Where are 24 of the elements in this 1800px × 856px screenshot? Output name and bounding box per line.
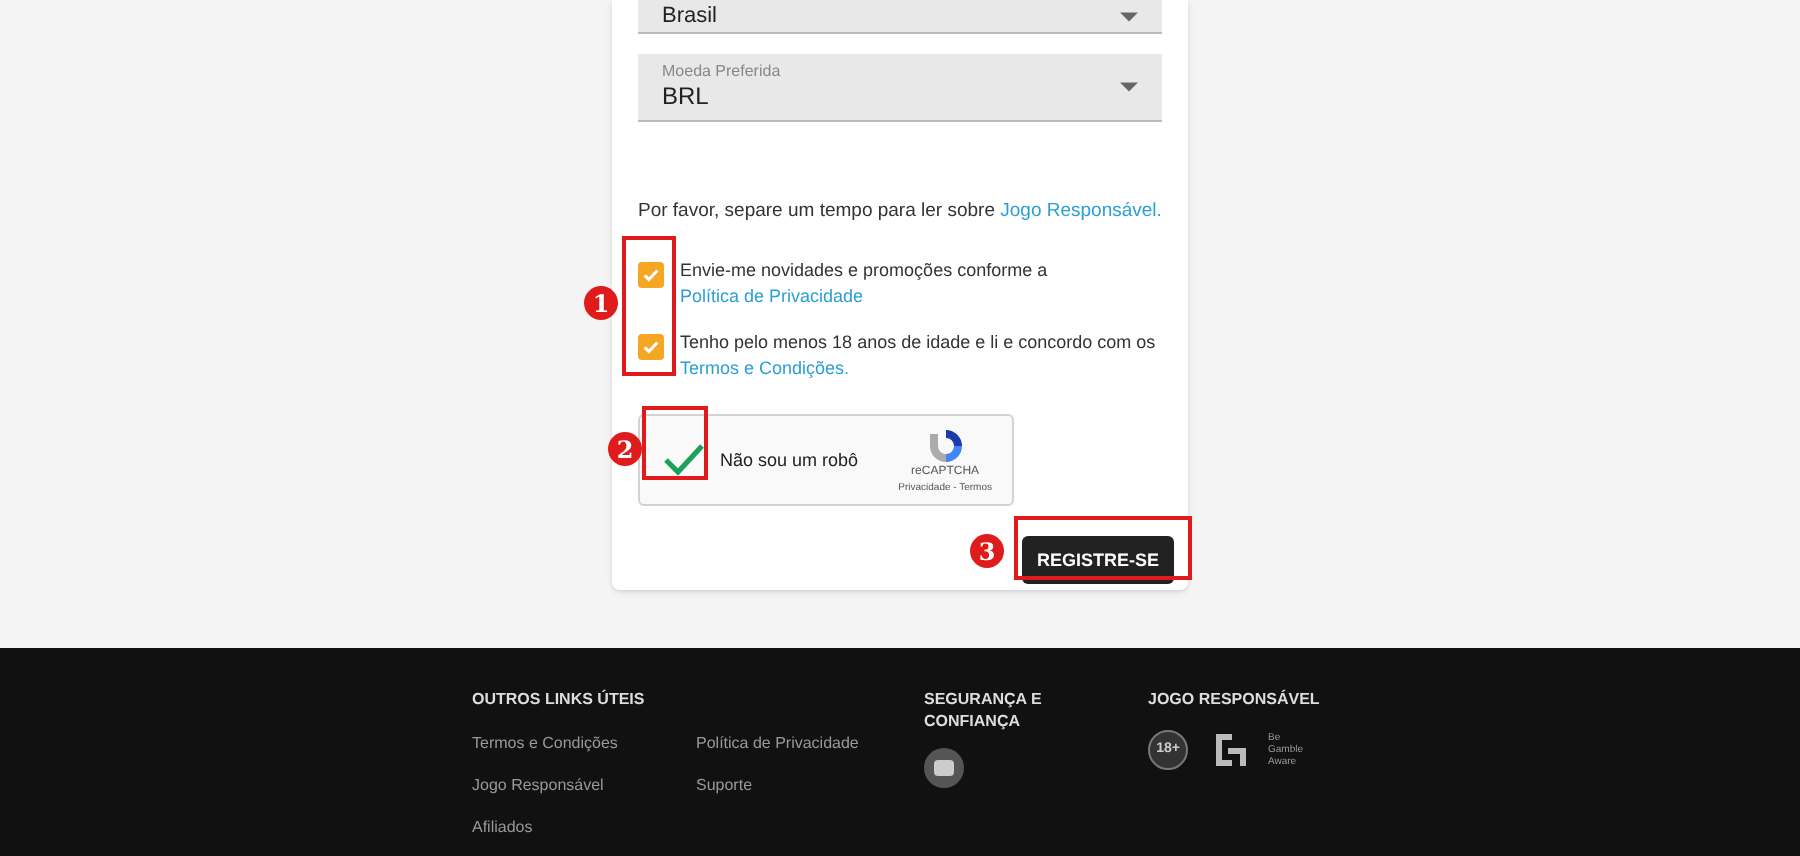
footer-link[interactable]: Jogo Responsável <box>472 774 696 798</box>
consent-text: Envie-me novidades e promoções conforme a Política de Privacidade <box>680 258 1050 311</box>
footer-link[interactable]: Política de Privacidade <box>696 732 916 756</box>
caret-icon <box>1120 12 1138 22</box>
footer-heading: JOGO RESPONSÁVEL <box>1148 688 1320 712</box>
footer-link[interactable]: Afiliados <box>472 816 696 840</box>
footer-heading: OUTROS LINKS ÚTEIS <box>472 688 647 712</box>
caret-icon <box>1120 82 1138 92</box>
country-select[interactable]: Brasil <box>638 0 1162 34</box>
footer-link[interactable]: Suporte <box>696 774 916 798</box>
annotation-frame <box>622 236 676 376</box>
checkbox[interactable] <box>638 334 664 361</box>
captcha-label: Não sou um robô <box>720 447 861 473</box>
annotation-frame <box>642 406 708 480</box>
notice-text: Por favor, separe um tempo para ler sobre Jogo Responsável. <box>638 198 1162 226</box>
checkbox[interactable] <box>638 262 664 289</box>
footer-link[interactable]: Termos e Condições <box>472 732 696 756</box>
consent-text: Tenho pelo menos 18 anos de idade e li e concordo com os Termos e Condições. <box>680 330 1158 383</box>
register-button[interactable]: REGISTRE-SE <box>1022 536 1174 585</box>
security-seal-icon <box>924 748 964 788</box>
annotation-number: 1 <box>584 286 618 320</box>
currency-select[interactable]: Moeda Preferida BRL <box>638 54 1162 122</box>
footer-heading: SEGURANÇA E CONFIANÇA <box>924 688 1044 732</box>
recaptcha-logo-icon <box>925 426 966 467</box>
